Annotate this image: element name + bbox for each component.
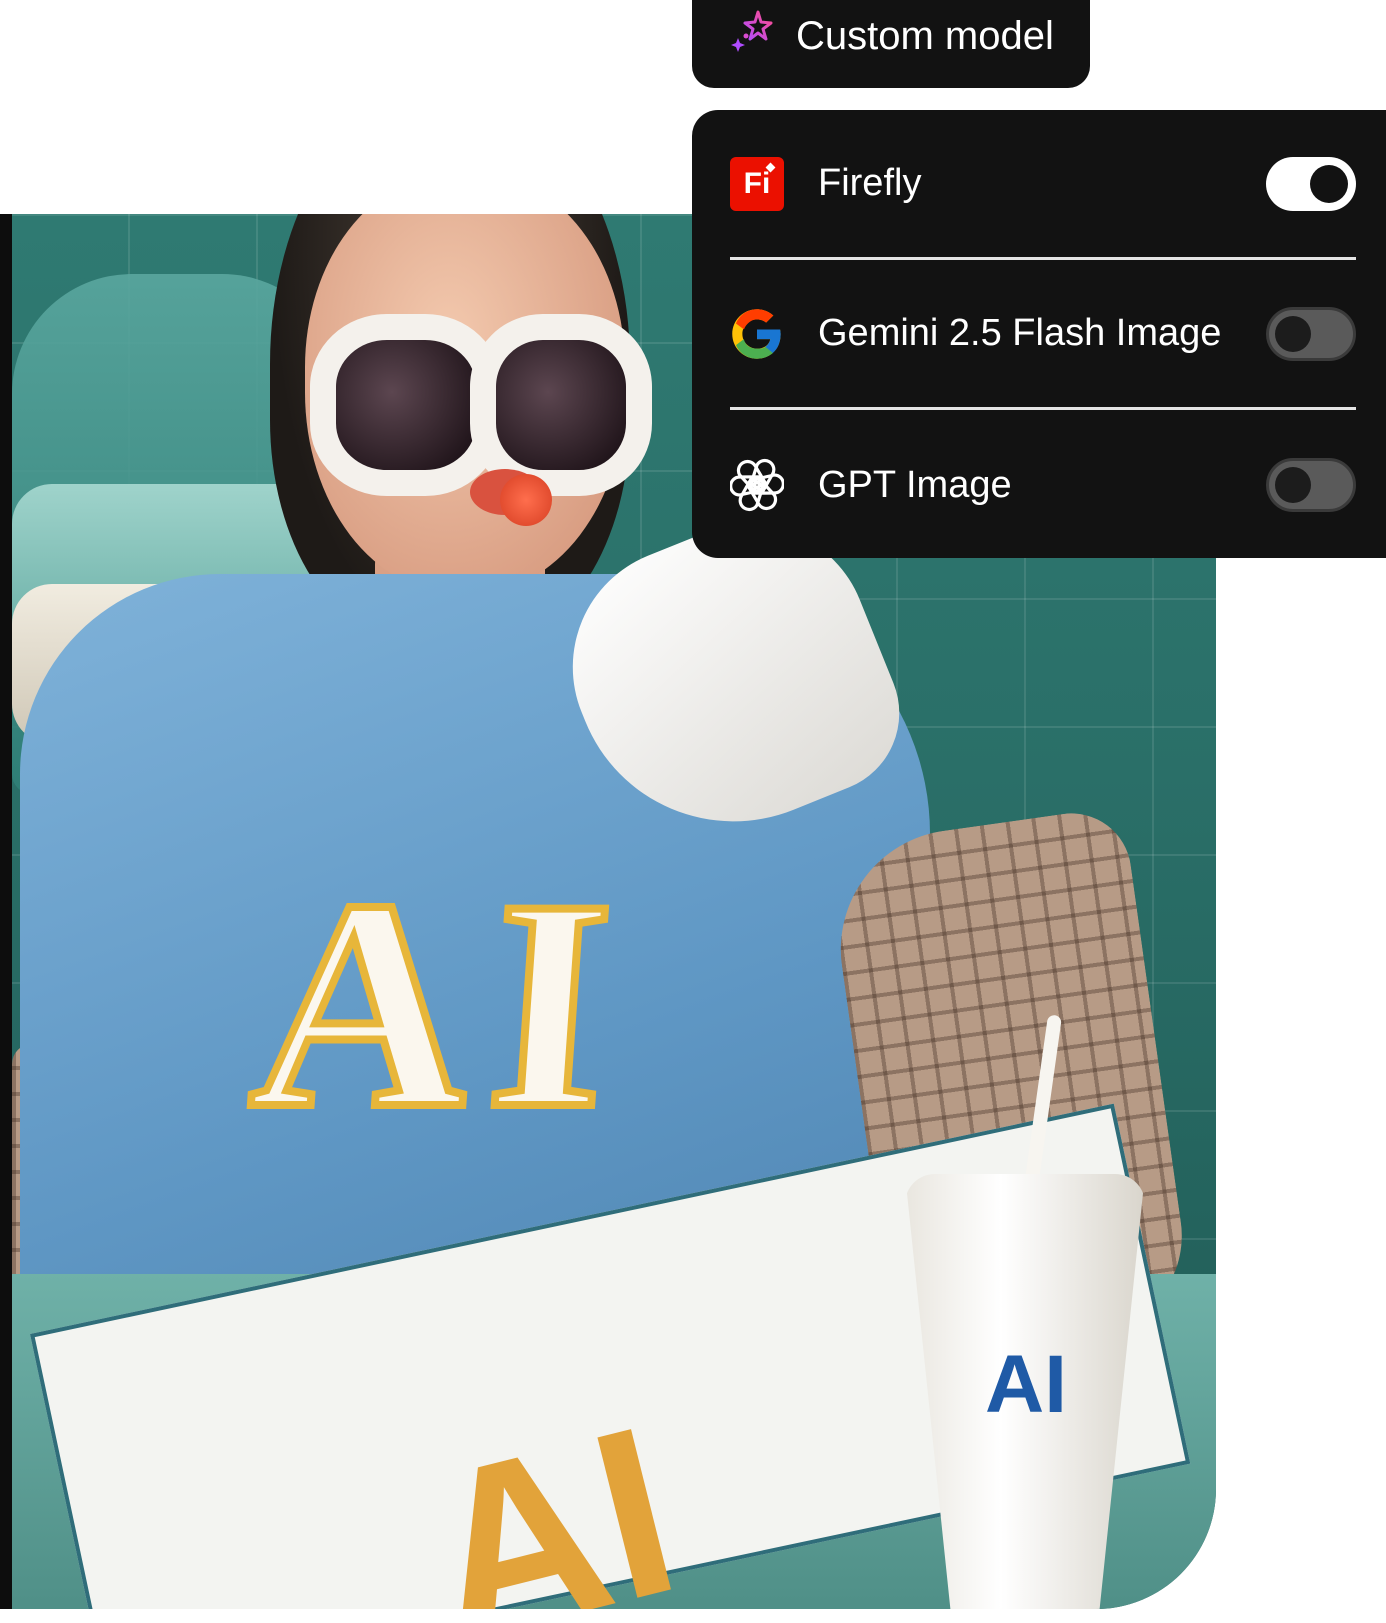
model-row-gemini[interactable]: Gemini 2.5 Flash Image xyxy=(730,260,1356,410)
google-g-icon xyxy=(730,307,784,361)
model-name: Firefly xyxy=(818,162,922,204)
custom-model-label: Custom model xyxy=(796,14,1054,58)
model-name: GPT Image xyxy=(818,463,1012,506)
photo-left-edge xyxy=(0,214,12,1609)
openai-icon xyxy=(730,458,784,512)
toggle-knob xyxy=(1310,164,1348,203)
firefly-icon-text: Fi xyxy=(743,166,771,200)
firefly-toggle[interactable] xyxy=(1266,156,1356,211)
model-row-firefly[interactable]: Fi Firefly xyxy=(730,110,1356,260)
custom-model-button[interactable]: Custom model xyxy=(692,0,1090,88)
toggle-knob xyxy=(1275,315,1311,352)
lollipop xyxy=(500,474,552,526)
sparkle-icon xyxy=(731,10,773,52)
model-name: Gemini 2.5 Flash Image xyxy=(818,312,1222,354)
toggle-knob xyxy=(1275,467,1311,503)
model-row-gpt-image[interactable]: GPT Image xyxy=(730,410,1356,560)
shirt-print-text: AI xyxy=(239,834,644,1174)
gemini-toggle[interactable] xyxy=(1266,306,1356,361)
model-selection-panel: Fi Firefly Gemini 2.5 Flash Image GPT Im… xyxy=(692,110,1386,558)
firefly-icon: Fi xyxy=(730,156,784,211)
glass-print-text: AI xyxy=(985,1339,1067,1430)
gpt-image-toggle[interactable] xyxy=(1266,458,1356,512)
